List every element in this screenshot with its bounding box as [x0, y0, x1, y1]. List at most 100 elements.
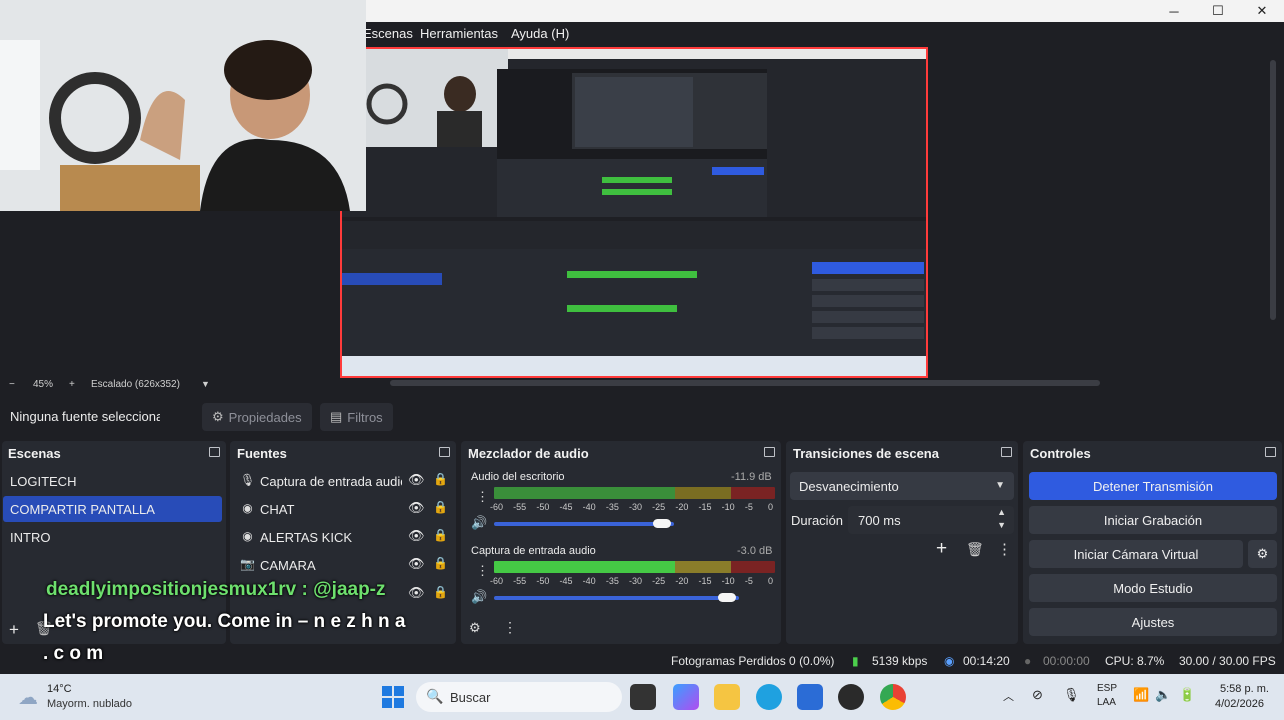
weather-desc[interactable]: Mayorm. nublado: [47, 698, 132, 710]
virtual-camera-settings-button[interactable]: ⚙: [1248, 540, 1277, 568]
lock-icon[interactable]: 🔒: [433, 500, 448, 514]
channel-db: -3.0 dB: [737, 545, 773, 557]
spin-down-icon[interactable]: ▼: [997, 520, 1006, 530]
source-label: CAMARA: [260, 558, 316, 573]
store-icon[interactable]: [797, 684, 823, 710]
eye-icon[interactable]: 👁: [408, 585, 425, 601]
meter-scale-tick: -45: [559, 502, 573, 512]
eye-icon[interactable]: 👁: [408, 556, 425, 572]
volume-slider[interactable]: [494, 522, 674, 526]
source-label: Captura de entrada audio: [260, 474, 402, 489]
close-button[interactable]: ✕: [1240, 0, 1284, 22]
transition-select[interactable]: Desvanecimiento ▼: [790, 472, 1014, 500]
scene-item-logitech[interactable]: LOGITECH: [3, 468, 222, 494]
microphone-icon[interactable]: 🎙: [1063, 687, 1080, 703]
speaker-icon[interactable]: 🔊: [471, 515, 487, 531]
start-recording-button[interactable]: Iniciar Grabación: [1029, 506, 1277, 534]
browser-icon: ◉: [242, 501, 253, 515]
volume-meter: [494, 561, 775, 573]
channel-menu-icon[interactable]: ⋮: [476, 563, 489, 579]
mixer-menu-icon[interactable]: ⋮: [503, 619, 517, 636]
clock-date[interactable]: 4/02/2026: [1215, 698, 1264, 710]
file-explorer-icon[interactable]: [714, 684, 740, 710]
properties-label: Propiedades: [228, 409, 302, 425]
volume-slider-knob[interactable]: [653, 519, 671, 528]
menu-escenas[interactable]: Escenas: [363, 26, 413, 41]
lock-icon[interactable]: 🔒: [433, 556, 448, 570]
source-item[interactable]: ◉ ALERTAS KICK 👁 🔒: [232, 524, 454, 550]
settings-button[interactable]: Ajustes: [1029, 608, 1277, 636]
chat-caption-line2: Let's promote you. Come in – n e z h n a: [43, 611, 406, 632]
volume-icon[interactable]: 🔈: [1155, 687, 1171, 703]
weather-temp[interactable]: 14°C: [47, 683, 72, 695]
properties-button[interactable]: ⚙ Propiedades: [202, 403, 312, 431]
channel-menu-icon[interactable]: ⋮: [476, 489, 489, 505]
lock-icon[interactable]: 🔒: [433, 472, 448, 486]
battery-icon[interactable]: 🔋: [1179, 687, 1195, 703]
undock-icon[interactable]: [209, 447, 220, 457]
scene-item-intro[interactable]: INTRO: [3, 524, 222, 550]
menu-herramientas[interactable]: Herramientas: [420, 26, 498, 41]
weather-icon[interactable]: ☁: [18, 685, 38, 710]
source-item[interactable]: 🎙 Captura de entrada audio 👁 🔒: [232, 468, 454, 494]
chrome-icon[interactable]: [880, 684, 906, 710]
studio-mode-button[interactable]: Modo Estudio: [1029, 574, 1277, 602]
zoom-out-button[interactable]: −: [9, 379, 15, 390]
taskbar-search[interactable]: 🔍 Buscar: [416, 682, 622, 712]
copilot-icon[interactable]: [673, 684, 699, 710]
scaling-dropdown-icon[interactable]: ▼: [201, 379, 210, 389]
remove-transition-icon[interactable]: 🗑: [966, 541, 984, 558]
network-off-icon[interactable]: ⊘: [1032, 687, 1043, 703]
duration-spinbox[interactable]: 700 ms ▲ ▼: [848, 506, 1014, 534]
undock-icon[interactable]: [1265, 447, 1276, 457]
meter-scale-tick: -15: [698, 502, 712, 512]
zoom-level: 45%: [33, 379, 54, 390]
clock-time[interactable]: 5:58 p. m.: [1220, 683, 1269, 695]
preview-vertical-scrollbar[interactable]: [1270, 60, 1276, 320]
obs-icon[interactable]: [838, 684, 864, 710]
maximize-button[interactable]: ☐: [1196, 0, 1240, 22]
language-layout[interactable]: LAA: [1097, 697, 1116, 708]
add-scene-icon[interactable]: +: [9, 620, 19, 640]
lock-icon[interactable]: 🔒: [433, 585, 448, 599]
chevron-up-icon[interactable]: ︿: [1003, 688, 1014, 704]
start-virtual-camera-button[interactable]: Iniciar Cámara Virtual: [1029, 540, 1243, 568]
speaker-icon[interactable]: 🔊: [471, 589, 487, 605]
undock-icon[interactable]: [764, 447, 775, 457]
mixer-title: Mezclador de audio: [468, 446, 589, 461]
windows-taskbar: ☁ 14°C Mayorm. nublado 🔍 Buscar ︿ ⊘ 🎙 ES…: [0, 674, 1284, 720]
menu-ayuda[interactable]: Ayuda (H): [511, 26, 569, 41]
windows-start-icon[interactable]: [380, 684, 406, 710]
undock-icon[interactable]: [1001, 447, 1012, 457]
stop-streaming-button[interactable]: Detener Transmisión: [1029, 472, 1277, 500]
preview-canvas[interactable]: [340, 47, 928, 378]
meter-scale-tick: -45: [559, 576, 573, 586]
microphone-icon: 🎙: [240, 473, 256, 487]
transition-menu-icon[interactable]: ⋮: [997, 540, 1012, 558]
mixer-settings-icon[interactable]: ⚙: [469, 620, 481, 636]
channel-name: Audio del escritorio: [471, 471, 565, 483]
scene-item-compartir-pantalla[interactable]: COMPARTIR PANTALLA: [3, 496, 222, 522]
add-transition-icon[interactable]: +: [936, 538, 947, 560]
taskview-icon[interactable]: [630, 684, 656, 710]
source-item[interactable]: 📷 CAMARA 👁 🔒: [232, 552, 454, 578]
eye-icon[interactable]: 👁: [408, 528, 425, 544]
eye-icon[interactable]: 👁: [408, 472, 425, 488]
wifi-icon[interactable]: 📶: [1133, 687, 1149, 703]
zoom-in-button[interactable]: +: [69, 379, 75, 390]
undock-icon[interactable]: [439, 447, 450, 457]
eye-icon[interactable]: 👁: [408, 500, 425, 516]
source-label: CHAT: [260, 502, 295, 517]
meter-scale-tick: -25: [652, 576, 666, 586]
volume-slider[interactable]: [494, 596, 739, 600]
meter-scale-tick: -55: [513, 502, 527, 512]
filters-button[interactable]: ▤ Filtros: [320, 403, 393, 431]
language-code[interactable]: ESP: [1097, 683, 1117, 694]
volume-slider-knob[interactable]: [718, 593, 736, 602]
transition-selected-label: Desvanecimiento: [799, 479, 899, 494]
source-item[interactable]: ◉ CHAT 👁 🔒: [232, 496, 454, 522]
spin-up-icon[interactable]: ▲: [997, 507, 1006, 517]
lock-icon[interactable]: 🔒: [433, 528, 448, 542]
minimize-button[interactable]: ─: [1152, 0, 1196, 22]
edge-icon[interactable]: [756, 684, 782, 710]
